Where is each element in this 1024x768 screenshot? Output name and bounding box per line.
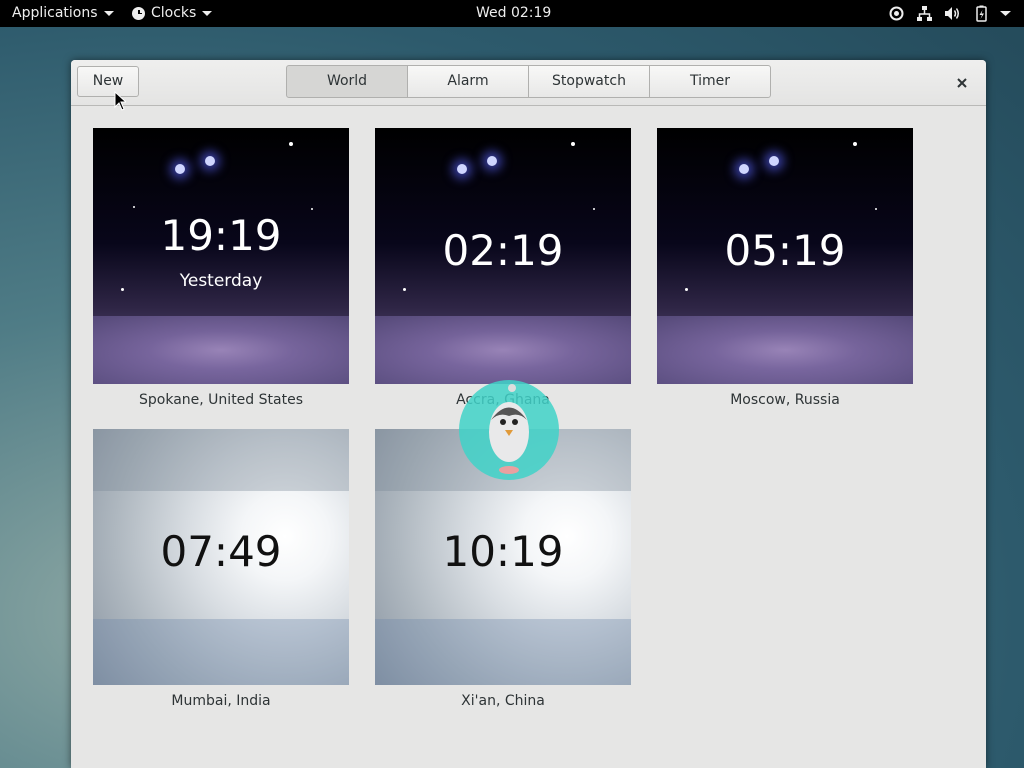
star-decoration	[875, 208, 877, 210]
clock-tile-mumbai[interactable]: 07:49	[93, 429, 349, 685]
close-icon[interactable]	[953, 74, 971, 92]
battery-icon[interactable]	[973, 5, 990, 22]
chevron-down-icon	[103, 10, 114, 16]
clock-time: 05:19	[724, 226, 846, 275]
clock-icon	[132, 6, 145, 20]
tile-horizon	[657, 316, 913, 384]
star-decoration	[289, 142, 293, 146]
header-bar: New World Alarm Stopwatch Timer	[71, 60, 986, 106]
new-button[interactable]: New	[77, 66, 139, 97]
star-decoration	[133, 206, 135, 208]
penguin-avatar-icon	[459, 380, 559, 480]
chevron-down-icon[interactable]	[997, 5, 1014, 22]
star-decoration	[593, 208, 595, 210]
app-menu-label: Clocks	[151, 5, 197, 21]
tab-timer[interactable]: Timer	[649, 65, 771, 98]
clock-city-label: Xi'an, China	[461, 693, 545, 709]
tile-band	[375, 619, 631, 685]
star-decoration	[403, 288, 406, 291]
star-decoration	[853, 142, 857, 146]
datetime[interactable]: Wed 02:19	[476, 0, 551, 27]
star-decoration	[175, 164, 185, 174]
clock-tile-accra[interactable]: 02:19	[375, 128, 631, 384]
clock-tile-moscow[interactable]: 05:19	[657, 128, 913, 384]
tab-world[interactable]: World	[286, 65, 408, 98]
tab-stopwatch[interactable]: Stopwatch	[528, 65, 650, 98]
applications-menu[interactable]: Applications	[12, 0, 114, 27]
tile-horizon	[93, 316, 349, 384]
star-decoration	[571, 142, 575, 146]
tile-horizon	[375, 316, 631, 384]
star-decoration	[487, 156, 497, 166]
clock-city-label: Moscow, Russia	[730, 392, 840, 408]
chevron-down-icon	[202, 10, 213, 16]
tile-band	[93, 619, 349, 685]
tile-band	[93, 429, 349, 491]
clock-time: 10:19	[442, 527, 564, 576]
clock-time: 02:19	[442, 226, 564, 275]
world-clocks-grid: 19:19 Yesterday Spokane, United States 0…	[71, 105, 986, 768]
network-icon[interactable]	[916, 5, 933, 22]
clock-day: Yesterday	[179, 271, 263, 291]
mouse-pointer-icon	[114, 91, 126, 111]
clocks-window: New World Alarm Stopwatch Timer 19:19 Ye…	[71, 60, 986, 768]
location-icon[interactable]	[888, 5, 905, 22]
star-decoration	[205, 156, 215, 166]
clock-time: 19:19	[160, 211, 282, 260]
clock-time: 07:49	[160, 527, 282, 576]
star-decoration	[457, 164, 467, 174]
star-decoration	[739, 164, 749, 174]
star-decoration	[311, 208, 313, 210]
clock-city-label: Spokane, United States	[139, 392, 303, 408]
view-switcher: World Alarm Stopwatch Timer	[286, 65, 771, 98]
applications-label: Applications	[12, 5, 98, 21]
star-decoration	[769, 156, 779, 166]
star-decoration	[685, 288, 688, 291]
tab-alarm[interactable]: Alarm	[407, 65, 529, 98]
clock-city-label: Mumbai, India	[171, 693, 271, 709]
app-menu[interactable]: Clocks	[132, 0, 213, 27]
clock-tile-spokane[interactable]: 19:19 Yesterday	[93, 128, 349, 384]
top-bar: Applications Clocks Wed 02:19	[0, 0, 1024, 27]
volume-icon[interactable]	[944, 5, 961, 22]
